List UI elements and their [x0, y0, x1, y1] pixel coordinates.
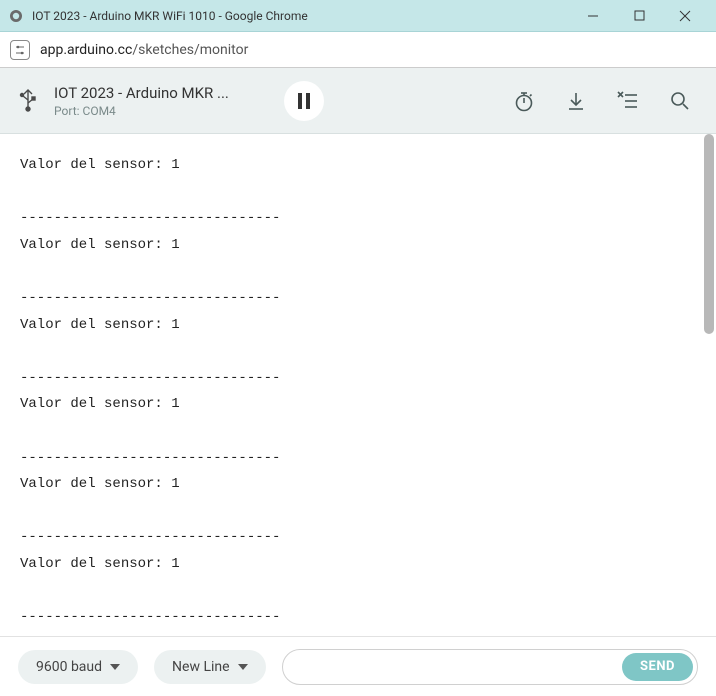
address-bar: app.arduino.cc/sketches/monitor [0, 32, 716, 68]
lineending-label: New Line [172, 659, 230, 675]
app-icon [8, 8, 24, 24]
monitor-footer: 9600 baud New Line SEND [0, 636, 716, 696]
lineending-dropdown[interactable]: New Line [154, 650, 266, 684]
sketch-title: IOT 2023 - Arduino MKR ... [54, 84, 264, 102]
chevron-down-icon [238, 664, 248, 670]
clear-button[interactable] [610, 83, 646, 119]
maximize-button[interactable] [616, 0, 662, 32]
close-button[interactable] [662, 0, 708, 32]
url-path: /sketches/monitor [132, 42, 248, 58]
pause-button[interactable] [284, 81, 324, 121]
site-settings-icon[interactable] [10, 40, 30, 60]
url-text[interactable]: app.arduino.cc/sketches/monitor [40, 42, 248, 58]
serial-output[interactable]: Valor del sensor: 1 --------------------… [0, 134, 716, 636]
search-button[interactable] [662, 83, 698, 119]
download-icon [566, 91, 586, 111]
search-icon [670, 91, 690, 111]
window-controls [570, 0, 708, 32]
download-button[interactable] [558, 83, 594, 119]
serial-input[interactable] [299, 659, 622, 675]
baud-dropdown[interactable]: 9600 baud [18, 650, 138, 684]
stopwatch-icon [513, 90, 535, 112]
send-label: SEND [640, 659, 675, 674]
send-button[interactable]: SEND [622, 653, 693, 681]
monitor-toolbar: IOT 2023 - Arduino MKR ... Port: COM4 [0, 68, 716, 134]
chevron-down-icon [110, 664, 120, 670]
send-input-wrap: SEND [282, 649, 698, 685]
pause-icon [297, 93, 311, 109]
timestamp-button[interactable] [506, 83, 542, 119]
minimize-button[interactable] [570, 0, 616, 32]
clear-icon [617, 91, 639, 111]
window-titlebar: IOT 2023 - Arduino MKR WiFi 1010 - Googl… [0, 0, 716, 32]
baud-label: 9600 baud [36, 659, 102, 675]
usb-icon [18, 86, 38, 116]
serial-output-wrap: Valor del sensor: 1 --------------------… [0, 134, 716, 636]
port-label: Port: COM4 [54, 104, 264, 118]
url-host: app.arduino.cc [40, 42, 132, 58]
window-title: IOT 2023 - Arduino MKR WiFi 1010 - Googl… [32, 9, 570, 23]
scrollbar-thumb[interactable] [704, 134, 714, 334]
sketch-info[interactable]: IOT 2023 - Arduino MKR ... Port: COM4 [54, 84, 264, 118]
